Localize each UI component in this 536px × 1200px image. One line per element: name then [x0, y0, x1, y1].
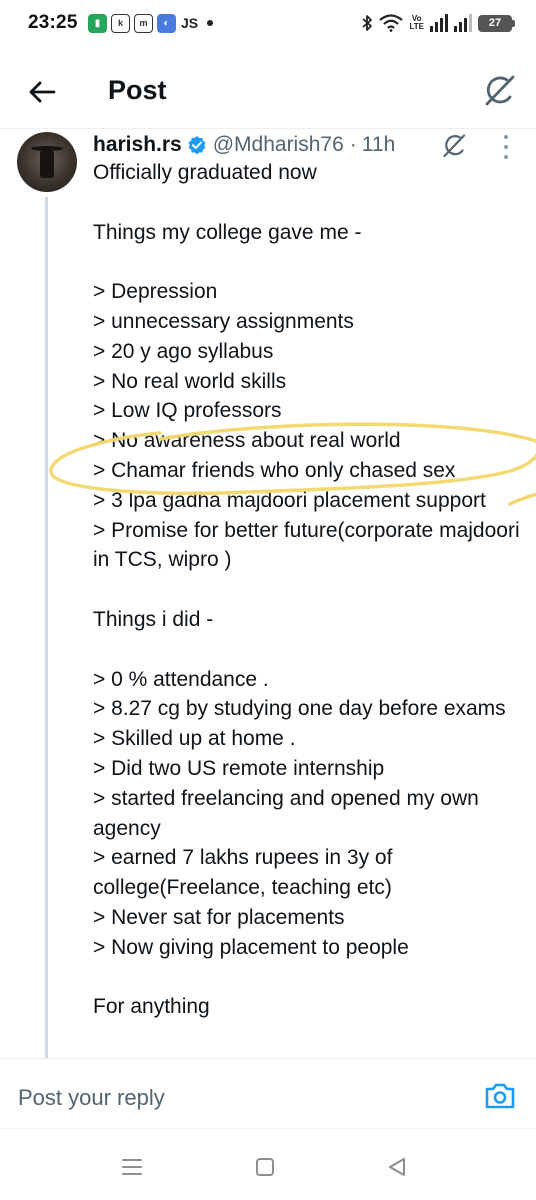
notification-icons: ▮ k m ◐ JS [88, 12, 214, 34]
app-outline-m-icon: m [134, 13, 153, 33]
separator-dot: · [349, 133, 357, 156]
grok-button[interactable] [480, 72, 518, 110]
app-outline-k-icon: k [111, 13, 130, 33]
battery-icon: 27 [478, 14, 515, 32]
reply-input[interactable]: Post your reply [18, 1085, 165, 1111]
system-icons: Vo LTE 27 [361, 11, 515, 35]
page-title: Post [108, 75, 167, 105]
volte-indicator: Vo LTE [409, 15, 424, 31]
post-time[interactable]: 11h [362, 133, 395, 157]
more-notifications-dot [207, 20, 214, 26]
home-button[interactable] [251, 1153, 279, 1181]
post-header: harish.rs @Mdharish76 · 11h [93, 130, 395, 160]
back-nav-button[interactable] [383, 1153, 411, 1181]
reply-bar: Post your reply [0, 1058, 536, 1128]
camera-icon [485, 1083, 515, 1109]
verified-badge-icon [187, 135, 207, 155]
js-label: JS [181, 15, 199, 31]
back-arrow-icon [29, 81, 56, 103]
grok-small-icon[interactable] [441, 133, 467, 159]
more-options-button[interactable] [500, 135, 512, 159]
back-triangle-icon [389, 1158, 405, 1176]
post-body: Officially graduated now Things my colle… [93, 161, 520, 1019]
battery-level: 27 [488, 17, 502, 29]
app-green-icon: ▮ [88, 13, 107, 33]
thread-line [45, 197, 48, 1058]
author-handle[interactable]: @Mdharish76 [213, 133, 344, 157]
signal-icon-2 [454, 14, 472, 32]
wifi-icon [379, 14, 404, 32]
app-header: Post [0, 56, 536, 128]
app-blue-icon: ◐ [157, 13, 176, 33]
recents-button[interactable] [118, 1153, 146, 1181]
status-bar: 23:25 ▮ k m ◐ JS Vo LTE 27 [0, 0, 536, 48]
post: harish.rs @Mdharish76 · 11h Officially g… [0, 128, 536, 1058]
status-time: 23:25 [28, 12, 78, 33]
signal-icon-1 [430, 14, 448, 32]
author-name[interactable]: harish.rs [93, 133, 182, 157]
back-button[interactable] [24, 74, 60, 110]
volte-bottom: LTE [409, 22, 424, 31]
grok-icon [485, 75, 515, 106]
avatar[interactable] [17, 132, 77, 192]
home-icon [256, 1158, 274, 1176]
bluetooth-icon [362, 15, 373, 31]
recents-icon [122, 1159, 142, 1175]
system-nav-bar [0, 1128, 536, 1200]
camera-button[interactable] [484, 1081, 516, 1111]
